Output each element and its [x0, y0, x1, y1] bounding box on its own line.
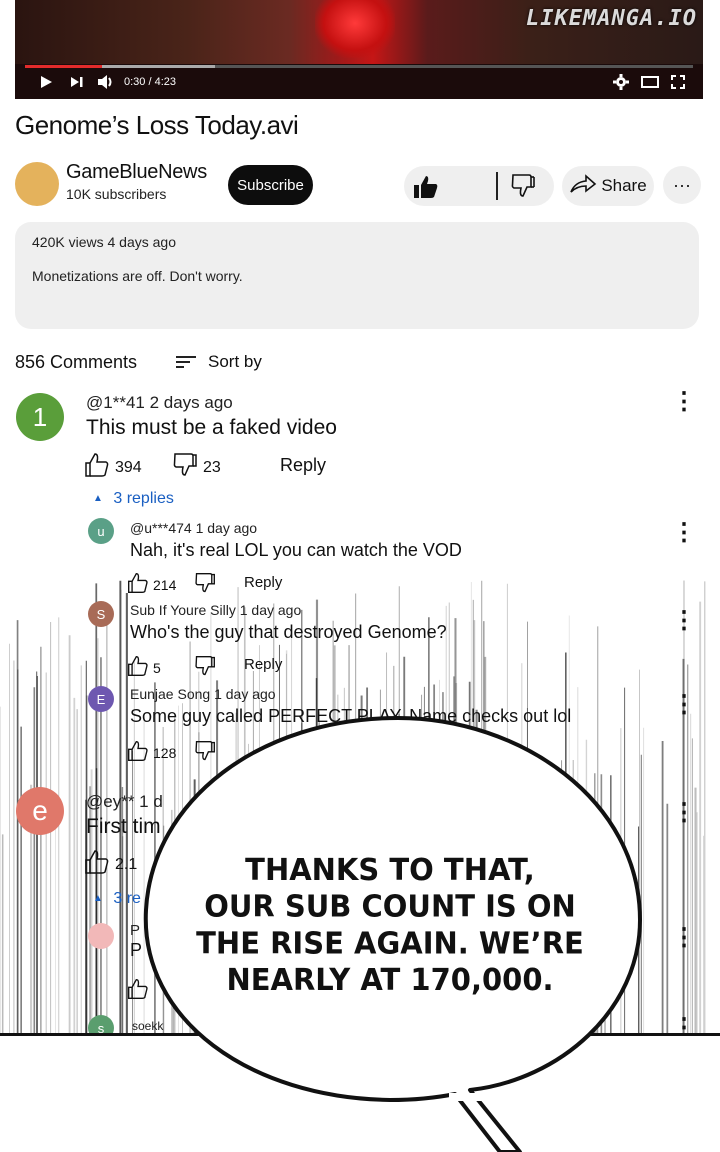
bubble-line: THE RISE AGAIN. WE’RE: [196, 925, 584, 961]
bubble-line: OUR SUB COUNT IS ON: [204, 888, 576, 924]
speech-bubble-text: THANKS TO THAT, OUR SUB COUNT IS ON THE …: [190, 852, 590, 999]
bubble-line: NEARLY AT 170,000.: [226, 961, 554, 998]
bubble-line: THANKS TO THAT,: [245, 851, 535, 888]
